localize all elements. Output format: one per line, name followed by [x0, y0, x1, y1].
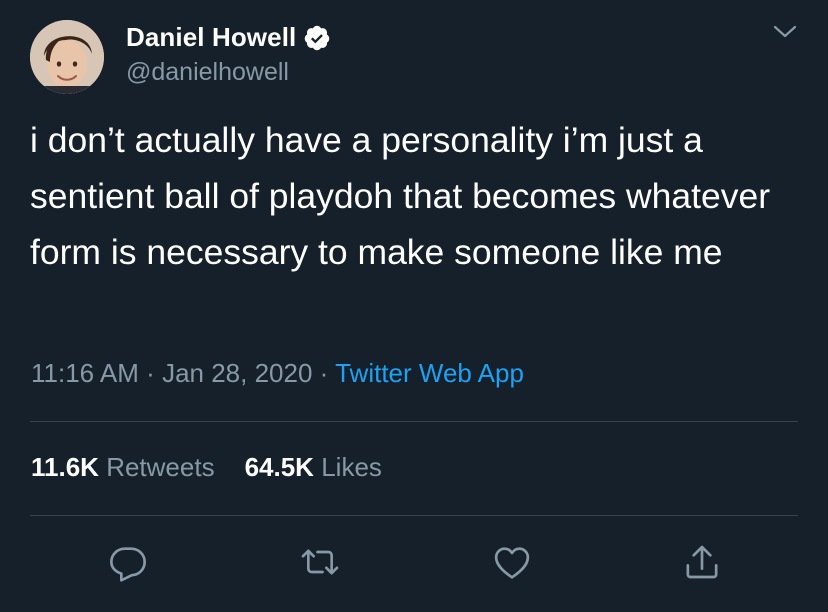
divider	[30, 515, 798, 516]
meta-separator: ·	[319, 358, 329, 388]
likes-label: Likes	[321, 452, 382, 482]
tweet-text: i don’t actually have a personality i’m …	[30, 120, 771, 272]
reply-button[interactable]	[104, 538, 152, 586]
tweet-source-link[interactable]: Twitter Web App	[335, 358, 524, 388]
retweets-label: Retweets	[106, 452, 215, 482]
tweet-time[interactable]: 11:16 AM	[31, 358, 139, 388]
tweet-metadata: 11:16 AM · Jan 28, 2020 · Twitter Web Ap…	[31, 358, 524, 389]
author-display-name[interactable]: Daniel Howell	[126, 22, 296, 53]
tweet-stats: 11.6K Retweets 64.5K Likes	[31, 452, 382, 483]
avatar-image	[30, 20, 104, 94]
avatar[interactable]	[30, 20, 104, 94]
likes-stat[interactable]: 64.5K Likes	[245, 452, 382, 482]
author-handle[interactable]: @danielhowell	[126, 58, 289, 87]
author-name-row[interactable]: Daniel Howell	[126, 22, 331, 53]
like-button[interactable]	[488, 538, 536, 586]
heart-icon	[494, 547, 530, 579]
verified-badge-icon	[303, 24, 331, 52]
retweet-icon	[301, 549, 339, 575]
share-icon	[686, 545, 718, 579]
tweet-actions	[0, 538, 828, 588]
reply-icon	[110, 547, 147, 582]
retweet-button[interactable]	[296, 538, 344, 586]
meta-separator: ·	[146, 358, 155, 388]
tweet-card: Daniel Howell @danielhowell i don’t actu…	[0, 0, 828, 612]
retweets-count: 11.6K	[31, 452, 99, 482]
share-button[interactable]	[678, 538, 726, 586]
retweets-stat[interactable]: 11.6K Retweets	[31, 452, 215, 482]
chevron-down-icon[interactable]	[772, 22, 798, 42]
tweet-date[interactable]: Jan 28, 2020	[162, 358, 312, 388]
likes-count: 64.5K	[244, 452, 314, 482]
divider	[30, 421, 798, 422]
